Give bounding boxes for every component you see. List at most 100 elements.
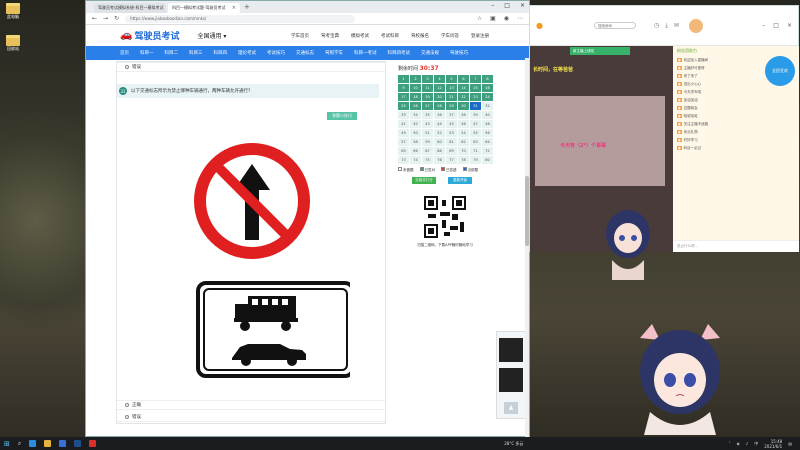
collections-icon[interactable]: ▣ xyxy=(490,15,496,22)
question-cell[interactable]: 63 xyxy=(470,138,481,146)
nav-item[interactable]: 科目一 xyxy=(140,50,154,56)
question-cell[interactable]: 26 xyxy=(410,102,421,110)
radio-button[interactable] xyxy=(125,403,129,407)
question-cell[interactable]: 46 xyxy=(458,120,469,128)
nav-item[interactable]: 交通法规 xyxy=(421,50,439,56)
chevron-up-icon[interactable]: ˄ xyxy=(729,441,731,446)
question-cell[interactable]: 80 xyxy=(482,156,493,164)
question-cell[interactable]: 77 xyxy=(446,156,457,164)
question-cell[interactable]: 50 xyxy=(410,129,421,137)
app-icon[interactable] xyxy=(89,440,97,447)
nav-item[interactable]: 首页 xyxy=(120,50,129,56)
question-cell[interactable]: 68 xyxy=(434,147,445,155)
nav-item[interactable]: 科目一考试 xyxy=(354,50,377,56)
nav-item[interactable]: 科目三 xyxy=(189,50,203,56)
question-cell[interactable]: 17 xyxy=(398,93,409,101)
question-cell[interactable]: 38 xyxy=(458,111,469,119)
forward-icon[interactable]: → xyxy=(103,15,108,22)
question-cell[interactable]: 42 xyxy=(410,120,421,128)
tab-mock-exam[interactable]: 科目一模拟考试题-驾驶员考试 × xyxy=(168,3,240,13)
question-cell[interactable]: 76 xyxy=(434,156,445,164)
close-icon[interactable]: × xyxy=(165,5,166,11)
volume-icon[interactable]: ♪ xyxy=(746,441,749,446)
question-cell[interactable]: 55 xyxy=(470,129,481,137)
question-cell[interactable]: 73 xyxy=(398,156,409,164)
top-link[interactable]: 学车问答 xyxy=(441,33,459,39)
question-cell[interactable]: 64 xyxy=(482,138,493,146)
search-icon[interactable]: ⌕ xyxy=(18,440,21,448)
question-cell[interactable]: 35 xyxy=(422,111,433,119)
question-cell[interactable]: 74 xyxy=(410,156,421,164)
file-explorer-icon[interactable] xyxy=(44,440,52,447)
star-icon[interactable]: ☆ xyxy=(477,15,482,22)
question-cell[interactable]: 4 xyxy=(434,75,445,83)
top-link[interactable]: 模拟考试 xyxy=(351,33,369,39)
question-cell[interactable]: 59 xyxy=(422,138,433,146)
avatar[interactable] xyxy=(688,18,703,33)
question-cell[interactable]: 54 xyxy=(458,129,469,137)
chat-input[interactable]: 说点什么吧... xyxy=(673,240,799,252)
restart-button[interactable]: 重新开始 xyxy=(448,177,472,184)
question-cell[interactable]: 1 xyxy=(398,75,409,83)
question-cell[interactable]: 14 xyxy=(458,84,469,92)
question-cell[interactable]: 51 xyxy=(422,129,433,137)
question-cell[interactable]: 43 xyxy=(422,120,433,128)
hint-button[interactable]: 答题小技巧 xyxy=(327,112,357,120)
question-cell[interactable]: 19 xyxy=(422,93,433,101)
question-cell[interactable]: 58 xyxy=(410,138,421,146)
qr-code-icon[interactable] xyxy=(499,368,523,392)
promo-badge[interactable]: 全民狂欢 xyxy=(765,56,795,86)
question-cell[interactable]: 16 xyxy=(482,84,493,92)
question-cell[interactable]: 60 xyxy=(434,138,445,146)
close-window-icon[interactable]: × xyxy=(787,22,792,29)
question-cell[interactable]: 65 xyxy=(398,147,409,155)
nav-item[interactable]: 科目四考试 xyxy=(388,50,411,56)
question-cell[interactable]: 33 xyxy=(398,111,409,119)
question-cell[interactable]: 49 xyxy=(398,129,409,137)
question-cell[interactable]: 2 xyxy=(410,75,421,83)
question-cell[interactable]: 18 xyxy=(410,93,421,101)
question-cell[interactable]: 29 xyxy=(446,102,457,110)
maximize-icon[interactable]: □ xyxy=(773,22,779,29)
question-cell[interactable]: 21 xyxy=(446,93,457,101)
nav-item[interactable]: 驾照学车 xyxy=(325,50,343,56)
question-cell[interactable]: 25 xyxy=(398,102,409,110)
clock[interactable]: 15:48 2021/6/1 xyxy=(764,439,782,449)
question-cell[interactable]: 53 xyxy=(446,129,457,137)
question-cell[interactable]: 11 xyxy=(422,84,433,92)
question-cell[interactable]: 45 xyxy=(446,120,457,128)
question-cell[interactable]: 10 xyxy=(410,84,421,92)
question-cell[interactable]: 27 xyxy=(422,102,433,110)
question-cell[interactable]: 52 xyxy=(434,129,445,137)
question-cell[interactable]: 62 xyxy=(458,138,469,146)
maximize-icon[interactable]: □ xyxy=(504,2,510,9)
profile-icon[interactable]: ◉ xyxy=(504,15,509,22)
question-cell[interactable]: 48 xyxy=(482,120,493,128)
question-cell[interactable]: 12 xyxy=(434,84,445,92)
radio-button[interactable] xyxy=(125,65,129,69)
close-icon[interactable]: × xyxy=(232,5,236,11)
question-cell[interactable]: 37 xyxy=(446,111,457,119)
close-window-icon[interactable]: × xyxy=(520,2,525,9)
qr-code-icon[interactable] xyxy=(499,338,523,362)
question-cell[interactable]: 22 xyxy=(458,93,469,101)
question-cell[interactable]: 6 xyxy=(458,75,469,83)
windows-start-icon[interactable]: ⊞ xyxy=(4,440,10,448)
question-cell[interactable]: 34 xyxy=(410,111,421,119)
question-cell[interactable]: 32 xyxy=(482,102,493,110)
site-logo[interactable]: 🚗 驾驶员考试 xyxy=(120,29,179,42)
option-row[interactable]: 错误 xyxy=(117,412,385,422)
question-cell[interactable]: 8 xyxy=(482,75,493,83)
question-cell[interactable]: 57 xyxy=(398,138,409,146)
back-to-top-icon[interactable]: ▲ xyxy=(504,402,518,414)
desktop-icon-recycle[interactable]: 回收站 xyxy=(4,35,22,52)
tab-mock-system[interactable]: 驾驶员考试模拟系统-科目一模拟考试 × xyxy=(94,3,166,13)
question-cell[interactable]: 30 xyxy=(458,102,469,110)
top-link[interactable]: 学车首页 xyxy=(291,33,309,39)
question-cell[interactable]: 15 xyxy=(470,84,481,92)
store-icon[interactable] xyxy=(59,440,67,447)
question-cell[interactable]: 9 xyxy=(398,84,409,92)
submit-button[interactable]: 交卷并打分 xyxy=(412,177,436,184)
question-cell[interactable]: 79 xyxy=(470,156,481,164)
question-cell[interactable]: 5 xyxy=(446,75,457,83)
